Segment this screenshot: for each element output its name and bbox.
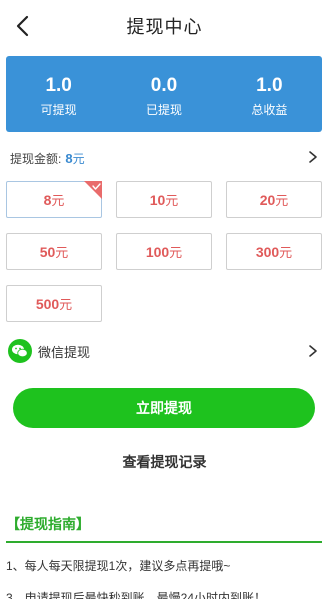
wechat-withdraw-label: 微信提现 [38, 344, 91, 360]
amount-option-8[interactable]: 8元 [6, 181, 102, 218]
wechat-icon [8, 339, 32, 363]
guide-title: 【提现指南】 [6, 516, 90, 532]
chevron-right-icon[interactable] [308, 150, 318, 164]
selected-check-icon [84, 181, 102, 199]
option-unit: 元 [51, 193, 65, 208]
amount-option-20[interactable]: 20 元 [226, 181, 322, 218]
option-unit: 元 [55, 245, 69, 260]
stat-value: 0.0 [150, 74, 178, 96]
guide-item: 3、申请提现后最快秒到账，最慢24小时内到账！ [6, 591, 267, 599]
option-amount: 20 [259, 191, 276, 208]
top-bar: 提现中心 [0, 0, 329, 52]
view-records-link[interactable]: 查看提现记录 [0, 452, 329, 472]
option-amount: 8 [43, 191, 52, 208]
withdraw-now-button[interactable]: 立即提现 [13, 388, 315, 428]
amount-unit: 元 [72, 151, 85, 166]
option-unit: 元 [169, 245, 183, 260]
stat-value: 1.0 [45, 74, 72, 96]
chevron-right-icon[interactable] [308, 344, 318, 358]
stat-label: 可提现 [40, 102, 77, 117]
wechat-withdraw-row[interactable]: 微信提现 [8, 338, 318, 364]
guide-divider [6, 541, 322, 543]
page-title: 提现中心 [126, 17, 203, 37]
stat-withdrawable: 1.0 可提现 [6, 56, 111, 132]
option-amount: 100 [145, 243, 170, 260]
back-arrow-icon[interactable] [12, 13, 36, 39]
amount-option-500[interactable]: 500 元 [6, 285, 102, 322]
stat-value: 1.0 [256, 74, 283, 96]
amount-value: 8 [65, 150, 73, 166]
stat-withdrawn: 0.0 已提现 [111, 56, 216, 132]
option-unit: 元 [165, 193, 179, 208]
stat-total-income: 1.0 总收益 [217, 56, 322, 132]
option-amount: 300 [255, 243, 280, 260]
option-amount: 10 [149, 191, 166, 208]
amount-option-100[interactable]: 100 元 [116, 233, 212, 270]
amount-option-10[interactable]: 10 元 [116, 181, 212, 218]
option-amount: 500 [35, 295, 60, 312]
guide-item: 1、每人每天限提现1次，建议多点再提哦~ [6, 559, 231, 573]
option-unit: 元 [59, 297, 73, 312]
option-unit: 元 [275, 193, 289, 208]
amount-option-300[interactable]: 300 元 [226, 233, 322, 270]
amount-label: 提现金额: [10, 151, 62, 166]
option-unit: 元 [279, 245, 293, 260]
stat-label: 已提现 [145, 102, 182, 117]
amount-option-50[interactable]: 50 元 [6, 233, 102, 270]
option-amount: 50 [39, 243, 56, 260]
balance-summary-panel: 1.0 可提现 0.0 已提现 1.0 总收益 [6, 56, 322, 132]
stat-label: 总收益 [251, 102, 288, 117]
withdraw-amount-row[interactable]: 提现金额: 8元 [10, 147, 318, 169]
